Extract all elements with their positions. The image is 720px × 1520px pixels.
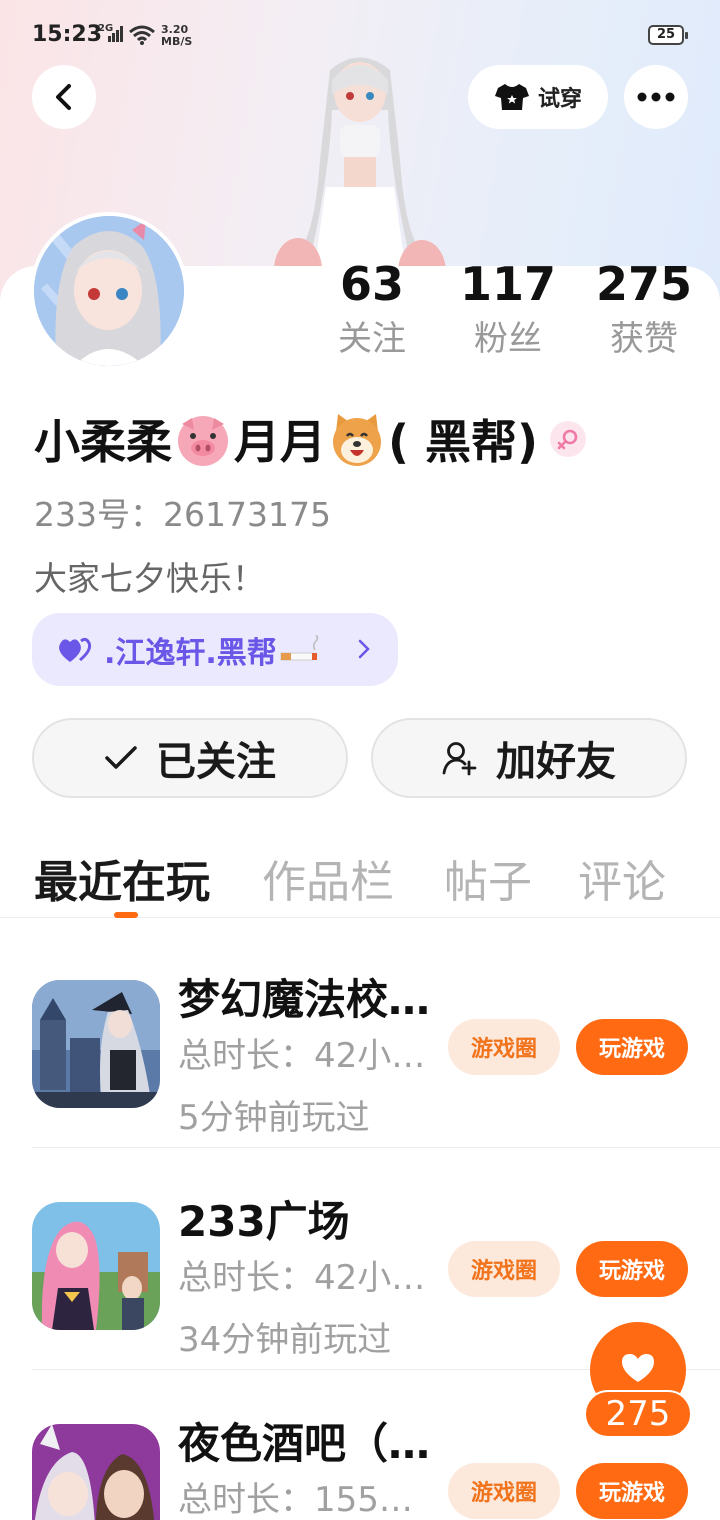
active-tab-indicator: [114, 912, 138, 918]
game-last-played: 5分钟前玩过: [178, 1098, 370, 1138]
play-game-button[interactable]: 玩游戏: [576, 1463, 688, 1519]
stat-following-label: 关注: [338, 319, 406, 359]
profile-tabs: 最近在玩 作品栏 帖子 评论: [0, 836, 720, 918]
game-name: 夜色酒吧（…: [178, 1419, 431, 1468]
heart-group-icon: [59, 637, 92, 662]
back-button[interactable]: [32, 65, 96, 129]
followed-button[interactable]: 已关注: [32, 718, 348, 798]
battery-icon: 25: [648, 25, 688, 45]
game-circle-button[interactable]: 游戏圈: [448, 1463, 560, 1519]
stat-likes-label: 获赞: [610, 319, 678, 359]
user-bio: 大家七夕快乐！: [34, 559, 265, 598]
nickname: 小柔柔 月月 ( 黑帮): [34, 406, 587, 472]
add-friend-label: 加好友: [496, 739, 616, 785]
more-options-button[interactable]: [624, 65, 688, 129]
cigarette-emoji-icon: [280, 634, 319, 660]
tshirt-icon: [494, 84, 529, 110]
tab-works[interactable]: 作品栏: [262, 846, 394, 910]
try-on-button[interactable]: 试穿: [468, 65, 608, 129]
family-tag-label: .江逸轩.黑帮: [104, 635, 277, 671]
stat-following-value: 63: [339, 257, 404, 311]
game-duration: 总时长：155…: [178, 1480, 413, 1520]
nickname-part-2: 月月: [234, 415, 326, 469]
profile-stats: 63 关注 117 粉丝 275 获赞: [300, 256, 720, 376]
play-game-button[interactable]: 玩游戏: [576, 1241, 688, 1297]
status-time: 15:23: [32, 22, 103, 47]
try-on-label: 试穿: [537, 87, 582, 112]
game-duration: 总时长：42小…: [178, 1036, 426, 1076]
like-count-badge: 275: [584, 1390, 692, 1438]
stat-likes[interactable]: 275 获赞: [574, 256, 714, 364]
status-bar: 15:23 2G 3.20 MB/S 25: [0, 0, 720, 72]
pig-emoji-icon: [178, 416, 228, 466]
stat-following[interactable]: 63 关注: [302, 256, 442, 364]
game-duration: 总时长：42小…: [178, 1258, 426, 1298]
add-friend-button[interactable]: 加好友: [371, 718, 687, 798]
game-last-played: 34分钟前玩过: [178, 1320, 392, 1360]
heart-icon: [622, 1354, 654, 1382]
more-dots-icon: [637, 92, 675, 102]
family-tag-button[interactable]: .江逸轩.黑帮: [32, 613, 398, 686]
followed-label: 已关注: [156, 739, 276, 785]
game-circle-button[interactable]: 游戏圈: [448, 1241, 560, 1297]
stat-likes-value: 275: [595, 257, 693, 311]
dog-emoji-icon: [333, 414, 381, 466]
stat-followers[interactable]: 117 粉丝: [438, 256, 578, 364]
game-icon-233-plaza[interactable]: [32, 1202, 160, 1330]
nickname-part-1: 小柔柔: [34, 415, 172, 469]
user-id: 233号：26173175: [34, 495, 331, 534]
add-friend-icon: [442, 742, 477, 776]
game-icon-magic-school[interactable]: [32, 980, 160, 1108]
stat-followers-value: 117: [459, 257, 557, 311]
tab-recently-played[interactable]: 最近在玩: [34, 846, 210, 910]
chevron-right-icon: [358, 639, 370, 659]
game-circle-button[interactable]: 游戏圈: [448, 1019, 560, 1075]
wifi-icon: [129, 25, 155, 45]
stat-followers-label: 粉丝: [474, 319, 542, 359]
checkmark-icon: [105, 746, 137, 769]
list-item[interactable]: 梦幻魔法校… 总时长：42小… 5分钟前玩过 游戏圈 玩游戏: [0, 926, 720, 1148]
tab-posts[interactable]: 帖子: [444, 846, 532, 910]
back-arrow-icon: [56, 84, 71, 110]
nickname-part-3: ( 黑帮): [388, 415, 539, 469]
avatar[interactable]: [30, 212, 188, 370]
game-name: 梦幻魔法校…: [178, 975, 431, 1024]
female-gender-icon: [550, 421, 587, 457]
tab-comments[interactable]: 评论: [578, 846, 666, 910]
signal-icon: [108, 26, 123, 42]
play-game-button[interactable]: 玩游戏: [576, 1019, 688, 1075]
speed-unit: MB/S: [161, 35, 193, 48]
avatar-image: [34, 216, 184, 366]
game-name: 233广场: [178, 1197, 350, 1246]
game-icon-night-bar[interactable]: [32, 1424, 160, 1520]
network-speed: 3.20 MB/S: [161, 24, 192, 48]
